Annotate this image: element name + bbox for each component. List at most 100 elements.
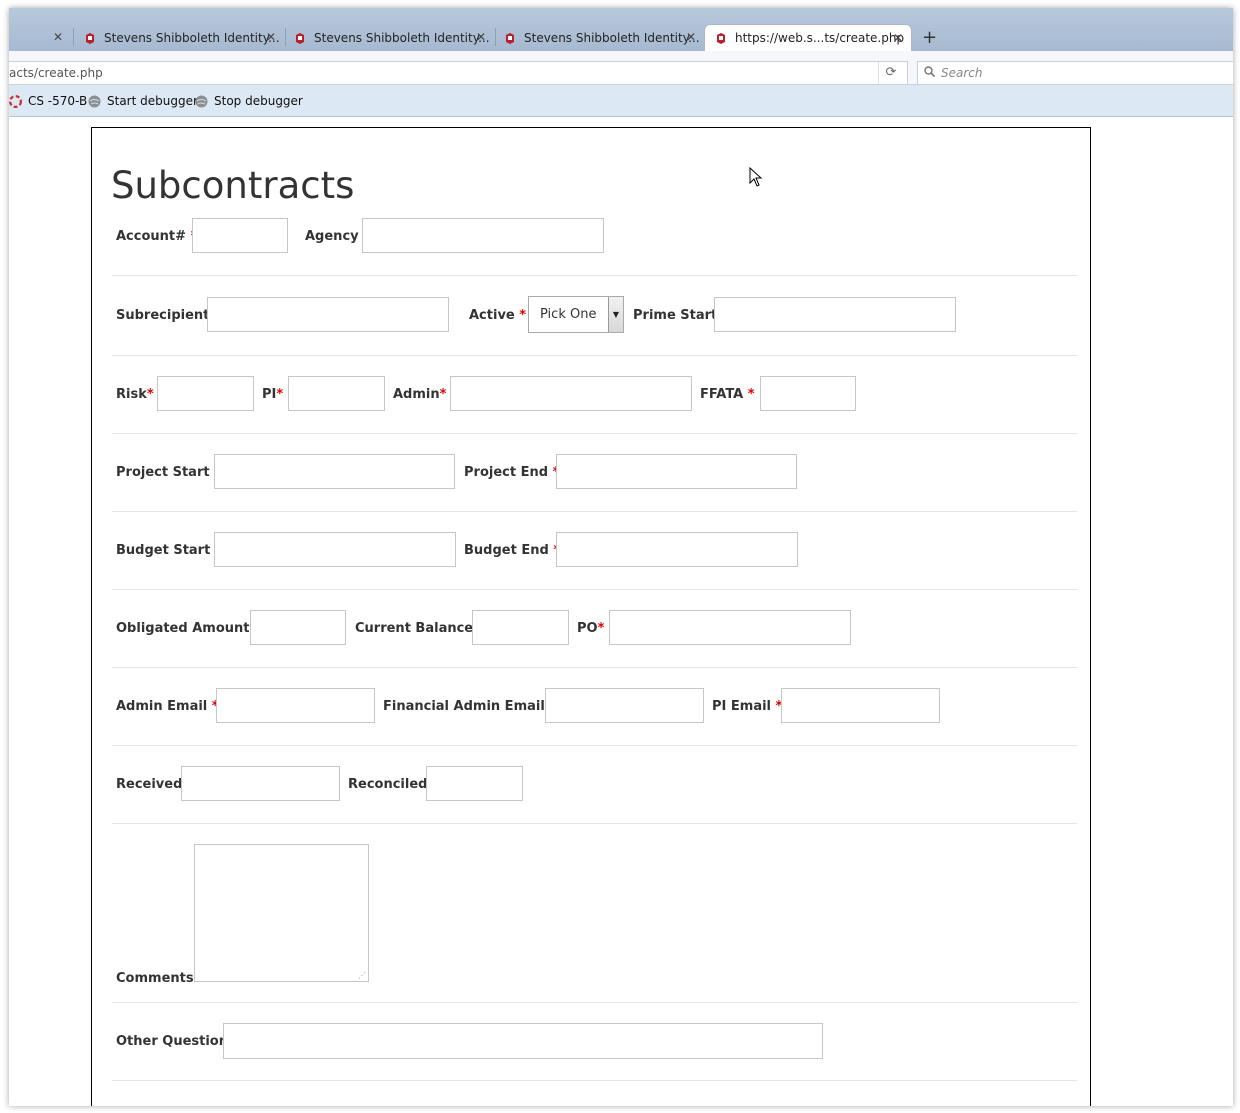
ffata-input[interactable]: [760, 376, 856, 411]
active-label: Active *: [469, 308, 527, 323]
row-divider: [112, 1002, 1077, 1003]
current-balance-input[interactable]: [472, 610, 569, 645]
row-divider: [112, 433, 1077, 434]
shield-favicon-icon: [296, 32, 304, 44]
shield-favicon-icon: [86, 32, 94, 44]
tab-label: Stevens Shibboleth Identity...: [314, 30, 490, 45]
budget-end-label: Budget End *: [464, 543, 560, 558]
globe-icon: [88, 95, 101, 107]
row-divider: [112, 275, 1077, 276]
obligated-amount-label: Obligated Amount*: [116, 621, 256, 636]
risk-input[interactable]: [157, 376, 254, 411]
close-icon[interactable]: ✕: [686, 30, 696, 44]
form-row-2: Subrecipient * Active * Pick One ▼ Prime…: [112, 296, 1077, 356]
shield-favicon-icon: [717, 33, 725, 44]
tab-shibboleth-1[interactable]: Stevens Shibboleth Identity... ✕: [84, 24, 284, 51]
tab-separator: [285, 28, 286, 46]
subrecipient-input[interactable]: [207, 297, 449, 332]
po-input[interactable]: [609, 610, 851, 645]
row-divider: [112, 745, 1077, 746]
pi-email-input[interactable]: [781, 688, 940, 723]
reconciled-input[interactable]: [426, 766, 523, 801]
agency-input[interactable]: [362, 218, 604, 253]
pi-email-label: PI Email *: [712, 699, 783, 714]
tab-partial[interactable]: ✕: [9, 24, 71, 51]
comments-textarea[interactable]: ⋰: [194, 844, 369, 982]
tab-shibboleth-2[interactable]: Stevens Shibboleth Identity... ✕: [294, 24, 494, 51]
form-row-8: Received Reconciled: [112, 766, 1077, 824]
budget-start-label: Budget Start *: [116, 543, 222, 558]
form-row-9: Comments ⋰: [112, 844, 1077, 1004]
form-row-10: Other Question: [112, 1023, 1077, 1083]
form-row-1: Account# * Agency *: [112, 218, 1077, 276]
active-select[interactable]: Pick One ▼: [528, 296, 624, 333]
tab-shibboleth-3[interactable]: Stevens Shibboleth Identity... ✕: [504, 24, 704, 51]
admin-input[interactable]: [450, 376, 692, 411]
close-icon[interactable]: ✕: [476, 30, 486, 44]
reload-icon[interactable]: ⟳: [878, 62, 903, 84]
shield-favicon-icon: [506, 32, 514, 44]
subrecipient-label: Subrecipient *: [116, 308, 219, 323]
form-row-4: Project Start * Project End *: [112, 454, 1077, 512]
row-divider: [112, 511, 1077, 512]
mouse-pointer-icon: [749, 167, 763, 187]
tab-label: Stevens Shibboleth Identity...: [524, 30, 700, 45]
bookmark-start-debugger[interactable]: Start debugger: [88, 94, 198, 108]
row-divider: [112, 355, 1077, 356]
account-label: Account# *: [116, 229, 197, 244]
navigation-bar: acts/create.php ⟳ Search: [9, 51, 1233, 85]
close-icon[interactable]: ✕: [893, 31, 903, 45]
admin-label: Admin*: [393, 387, 447, 402]
comments-label: Comments: [116, 971, 194, 986]
tab-label: Stevens Shibboleth Identity...: [104, 30, 280, 45]
pi-label: PI*: [262, 387, 284, 402]
page-container: Subcontracts Account# * Agency * Subreci…: [91, 127, 1091, 1106]
tab-label: https://web.s...ts/create.php: [735, 31, 905, 45]
risk-label: Risk*: [116, 387, 154, 402]
admin-email-label: Admin Email *: [116, 699, 219, 714]
prime-start-label: Prime Start *: [633, 308, 727, 323]
budget-start-input[interactable]: [214, 532, 456, 567]
budget-end-input[interactable]: [556, 532, 798, 567]
form-row-7: Admin Email * Financial Admin Email * PI…: [112, 688, 1077, 746]
search-bar[interactable]: Search: [917, 61, 1233, 85]
form-row-3: Risk* PI* Admin* FFATA *: [112, 376, 1077, 434]
bookmark-label: CS -570-B: [28, 94, 88, 108]
close-icon[interactable]: ✕: [266, 30, 276, 44]
chevron-down-icon[interactable]: ▼: [608, 297, 623, 332]
obligated-amount-input[interactable]: [250, 610, 346, 645]
form-row-6: Obligated Amount* Current Balance* PO*: [112, 610, 1077, 668]
prime-start-input[interactable]: [714, 297, 956, 332]
project-end-input[interactable]: [556, 454, 797, 489]
bookmarks-toolbar: CS -570-B Start debugger Stop debugger: [9, 85, 1233, 117]
search-placeholder: Search: [941, 66, 983, 80]
received-input[interactable]: [181, 766, 340, 801]
globe-icon: [195, 95, 208, 107]
row-divider: [112, 667, 1077, 668]
other-question-input[interactable]: [223, 1023, 823, 1059]
pi-input[interactable]: [288, 376, 385, 411]
tab-active-create[interactable]: https://web.s...ts/create.php ✕: [704, 24, 912, 51]
tab-separator: [495, 28, 496, 46]
financial-admin-email-label: Financial Admin Email *: [383, 699, 556, 714]
resize-grip-icon[interactable]: ⋰: [358, 971, 366, 980]
project-end-label: Project End *: [464, 465, 559, 480]
project-start-input[interactable]: [214, 454, 455, 489]
row-divider: [112, 589, 1077, 590]
bookmark-stop-debugger[interactable]: Stop debugger: [195, 94, 303, 108]
close-icon[interactable]: ✕: [53, 30, 63, 44]
received-label: Received: [116, 777, 183, 792]
new-tab-plus-icon[interactable]: +: [922, 27, 937, 48]
url-bar[interactable]: acts/create.php ⟳: [9, 61, 908, 85]
row-divider: [112, 1080, 1077, 1081]
reconciled-label: Reconciled: [348, 777, 428, 792]
admin-email-input[interactable]: [216, 688, 375, 723]
page-title: Subcontracts: [111, 164, 355, 207]
account-input[interactable]: [192, 218, 288, 253]
browser-window: ✕ Stevens Shibboleth Identity... ✕ Steve…: [9, 8, 1233, 1106]
financial-admin-email-input[interactable]: [545, 688, 704, 723]
row-divider: [112, 823, 1077, 824]
project-start-label: Project Start *: [116, 465, 221, 480]
bookmark-cs570b[interactable]: CS -570-B: [9, 94, 87, 108]
other-question-label: Other Question: [116, 1034, 228, 1049]
